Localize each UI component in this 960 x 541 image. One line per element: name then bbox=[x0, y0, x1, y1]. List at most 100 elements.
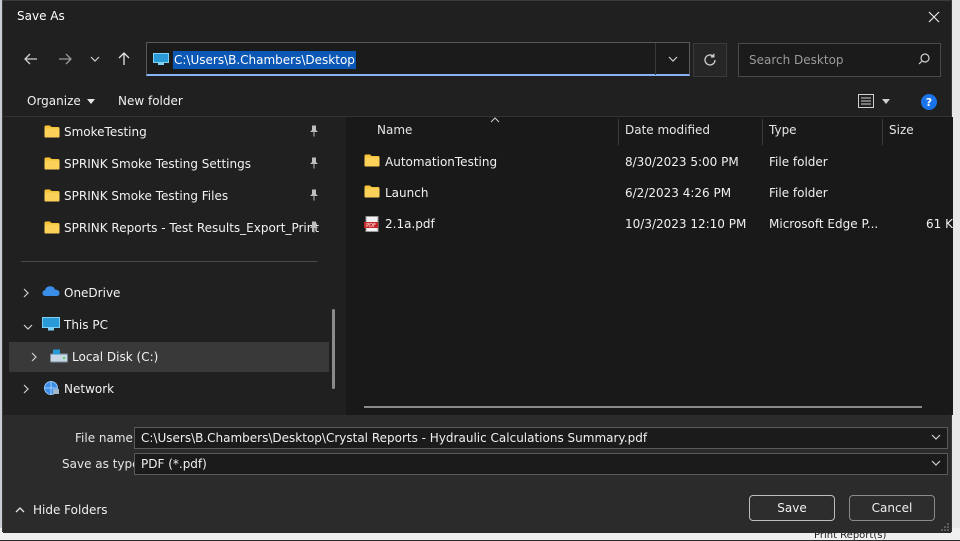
command-bar: Organize New folder ? bbox=[3, 87, 951, 117]
folder-icon bbox=[44, 221, 60, 237]
file-name: Launch bbox=[385, 186, 429, 200]
column-header-date-modified[interactable]: Date modified bbox=[625, 123, 710, 147]
chevron-right-icon[interactable] bbox=[23, 383, 29, 397]
search-icon bbox=[918, 53, 930, 65]
nav-pane-scrollbar[interactable] bbox=[332, 309, 335, 389]
save-options-panel: File name: C:\Users\B.Chambers\Desktop\C… bbox=[3, 415, 951, 533]
quick-access-label: SPRINK Smoke Testing Settings bbox=[64, 157, 251, 171]
chevron-up-icon bbox=[15, 507, 25, 513]
file-date-modified: 6/2/2023 4:26 PM bbox=[625, 186, 732, 200]
file-name: 2.1a.pdf bbox=[385, 217, 435, 231]
tree-item[interactable]: Network bbox=[9, 374, 329, 404]
quick-access-item[interactable]: SPRINK Smoke Testing Files bbox=[9, 181, 329, 211]
details-view-icon bbox=[858, 94, 874, 108]
file-date-modified: 10/3/2023 12:10 PM bbox=[625, 217, 747, 231]
refresh-button[interactable] bbox=[693, 43, 727, 77]
file-name: AutomationTesting bbox=[385, 155, 498, 169]
quick-access-label: SPRINK Smoke Testing Files bbox=[64, 189, 229, 203]
search-box[interactable]: Search Desktop bbox=[738, 43, 941, 77]
column-divider[interactable] bbox=[762, 119, 763, 145]
this-pc-icon bbox=[153, 53, 169, 65]
quick-access-item[interactable]: SPRINK Smoke Testing Settings bbox=[9, 149, 329, 179]
quick-access-item[interactable]: SPRINK Reports - Test Results_Export_Pri… bbox=[9, 213, 329, 243]
hide-folders-button[interactable]: Hide Folders bbox=[15, 503, 108, 517]
refresh-icon bbox=[704, 53, 716, 66]
file-type: File folder bbox=[769, 155, 828, 169]
this-pc-icon bbox=[42, 317, 60, 334]
svg-text:PDF: PDF bbox=[366, 223, 376, 229]
file-name-field[interactable]: C:\Users\B.Chambers\Desktop\Crystal Repo… bbox=[134, 427, 948, 449]
organize-menu[interactable]: Organize bbox=[27, 94, 95, 108]
up-button[interactable] bbox=[112, 47, 136, 71]
navigation-bar: C:\Users\B.Chambers\Desktop Search Deskt… bbox=[3, 37, 951, 81]
column-divider[interactable] bbox=[882, 119, 883, 145]
address-dropdown-button[interactable] bbox=[655, 43, 689, 75]
horizontal-scrollbar[interactable] bbox=[364, 406, 922, 408]
chevron-down-icon bbox=[668, 56, 677, 62]
help-button[interactable]: ? bbox=[921, 94, 937, 110]
file-name-label: File name: bbox=[75, 431, 137, 445]
file-row[interactable]: AutomationTesting 8/30/2023 5:00 PM File f… bbox=[346, 147, 953, 177]
onedrive-icon bbox=[42, 285, 60, 300]
file-row[interactable]: PDF 2.1a.pdf 10/3/2023 12:10 PM Microsoft E… bbox=[346, 209, 953, 239]
chevron-right-icon[interactable] bbox=[31, 351, 37, 365]
cancel-button[interactable]: Cancel bbox=[849, 495, 935, 521]
sort-ascending-icon bbox=[490, 117, 500, 123]
column-header-type[interactable]: Type bbox=[769, 123, 797, 147]
tree-item[interactable]: This PC bbox=[9, 310, 329, 340]
pin-icon bbox=[309, 189, 319, 204]
search-placeholder: Search Desktop bbox=[749, 53, 844, 67]
folder-icon bbox=[44, 157, 60, 173]
folder-icon bbox=[364, 154, 380, 170]
column-header-name[interactable]: Name bbox=[377, 123, 412, 147]
resize-grip-icon[interactable] bbox=[941, 523, 949, 531]
pin-icon bbox=[309, 221, 319, 236]
nav-divider bbox=[21, 261, 317, 262]
tree-item[interactable]: OneDrive bbox=[9, 278, 329, 308]
chevron-down-icon[interactable] bbox=[931, 434, 941, 440]
arrow-left-icon bbox=[24, 53, 37, 65]
address-path[interactable]: C:\Users\B.Chambers\Desktop bbox=[173, 51, 356, 69]
quick-access-item[interactable]: SmokeTesting bbox=[9, 117, 329, 147]
save-as-type-select[interactable]: PDF (*.pdf) bbox=[134, 453, 948, 475]
new-folder-button[interactable]: New folder bbox=[118, 94, 183, 108]
folder-icon bbox=[364, 185, 380, 201]
column-divider[interactable] bbox=[618, 119, 619, 145]
caret-down-icon bbox=[882, 98, 890, 104]
chevron-down-icon[interactable] bbox=[23, 319, 33, 333]
chevron-down-icon bbox=[931, 460, 941, 466]
save-as-type-value: PDF (*.pdf) bbox=[141, 457, 207, 471]
file-list: Name Date modified Type Size AutomationT… bbox=[346, 117, 953, 415]
file-type: File folder bbox=[769, 186, 828, 200]
chevron-right-icon[interactable] bbox=[23, 287, 29, 301]
folder-icon bbox=[44, 189, 60, 205]
navigation-pane: SmokeTesting SPRINK Smoke Testing Setting… bbox=[9, 117, 339, 415]
recent-locations-button[interactable] bbox=[83, 47, 107, 71]
new-folder-label: New folder bbox=[118, 94, 183, 108]
address-bar[interactable]: C:\Users\B.Chambers\Desktop bbox=[146, 42, 690, 76]
quick-access-label: SPRINK Reports - Test Results_Export_Pri… bbox=[64, 221, 320, 235]
column-header-size[interactable]: Size bbox=[889, 123, 914, 147]
tree-item-label: This PC bbox=[64, 318, 108, 332]
file-row[interactable]: Launch 6/2/2023 4:26 PM File folder bbox=[346, 178, 953, 208]
tree-item-label: Network bbox=[64, 382, 115, 396]
dialog-title: Save As bbox=[17, 9, 65, 23]
file-type: Microsoft Edge P... bbox=[769, 217, 879, 231]
title-bar: Save As bbox=[3, 1, 951, 33]
change-view-button[interactable] bbox=[858, 94, 890, 108]
close-icon bbox=[928, 11, 940, 23]
folder-icon bbox=[44, 125, 60, 141]
arrow-up-icon bbox=[118, 52, 130, 65]
file-name-value[interactable]: C:\Users\B.Chambers\Desktop\Crystal Repo… bbox=[141, 431, 647, 445]
quick-access-label: SmokeTesting bbox=[64, 125, 147, 139]
tree-item-label: Local Disk (C:) bbox=[72, 350, 159, 364]
network-icon bbox=[42, 381, 60, 398]
back-button[interactable] bbox=[19, 47, 43, 71]
pin-icon bbox=[309, 157, 319, 172]
close-button[interactable] bbox=[921, 5, 947, 29]
forward-button[interactable] bbox=[53, 47, 77, 71]
tree-item[interactable]: Local Disk (C:) bbox=[9, 342, 329, 372]
tree-item-label: OneDrive bbox=[64, 286, 121, 300]
local-disk-icon bbox=[50, 349, 68, 366]
save-button[interactable]: Save bbox=[749, 495, 835, 521]
